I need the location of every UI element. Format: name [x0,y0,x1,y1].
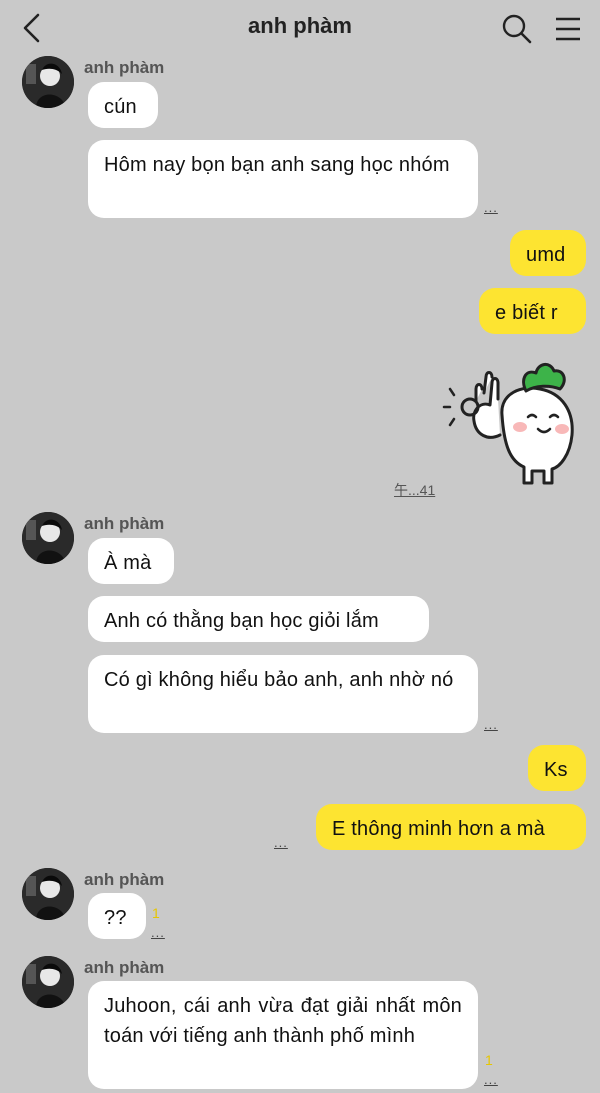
unread-count: 1 [152,905,160,921]
sender-name: anh phàm [84,958,165,977]
message-bubble[interactable]: Có gì không hiểu bảo anh, anh nhờ nó [88,655,478,733]
sender-name: anh phàm [84,870,165,889]
message-bubble[interactable]: Hôm nay bọn bạn anh sang học nhóm [88,140,478,218]
message-meta: ... [484,200,498,215]
message-meta: ... [484,717,498,732]
message-bubble[interactable]: cún [88,82,158,128]
unread-count: 1 [485,1052,493,1068]
message-bubble[interactable]: À mà [88,538,174,584]
message-timestamp: 午...41 [394,482,436,498]
avatar[interactable] [22,56,74,108]
message-meta: ... [274,835,288,850]
message-bubble[interactable]: Juhoon, cái anh vừa đạt giải nhất môn to… [88,981,478,1089]
message-bubble[interactable]: e biết r [479,288,586,334]
message-meta: ... [484,1072,498,1087]
message-meta: ... [151,925,165,940]
search-icon[interactable] [499,11,535,47]
message-bubble[interactable]: ?? [88,893,146,939]
back-arrow-icon[interactable] [14,10,50,46]
avatar[interactable] [22,868,74,920]
message-bubble[interactable]: Ks [528,745,586,791]
message-bubble[interactable]: Anh có thằng bạn học giỏi lắm [88,596,429,642]
menu-icon[interactable] [550,11,586,47]
avatar[interactable] [22,956,74,1008]
smiling-radish-ok-sticker-icon[interactable] [440,355,590,490]
sender-name: anh phàm [84,514,165,533]
chat-header: anh phàm [0,0,600,56]
avatar[interactable] [22,512,74,564]
sender-name: anh phàm [84,58,165,77]
message-bubble[interactable]: umd [510,230,586,276]
message-bubble[interactable]: E thông minh hơn a mà [316,804,586,850]
